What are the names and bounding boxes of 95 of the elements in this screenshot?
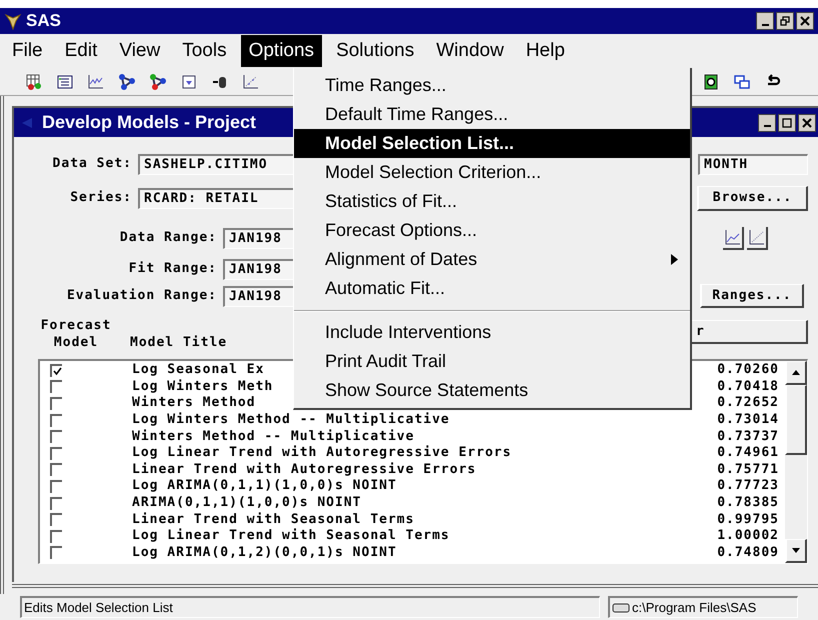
windows-icon[interactable]: [733, 72, 751, 90]
model-value: 1.00002: [717, 528, 779, 544]
model-value: 0.74809: [717, 544, 779, 561]
model-title: Winters Method: [132, 395, 256, 412]
panel-icon[interactable]: [180, 72, 198, 90]
model-value: 0.70418: [717, 378, 779, 395]
model-title: ARIMA(0,1,1)(1,0,0)s NOINT: [132, 495, 362, 512]
scrollbar[interactable]: [785, 361, 807, 563]
grid-icon[interactable]: [25, 72, 43, 90]
model-title: Linear Trend with Autoregressive Errors: [132, 462, 476, 478]
menu-item[interactable]: Options: [240, 35, 322, 67]
minimize-button[interactable]: [758, 114, 776, 132]
field-label: Fit Range:: [128, 260, 218, 278]
ranges-button[interactable]: Ranges...: [700, 284, 804, 308]
checkbox[interactable]: [50, 414, 62, 427]
menu-option[interactable]: Alignment of Dates: [294, 245, 690, 274]
menu-option[interactable]: Include Interventions: [294, 318, 690, 347]
line-chart-icon[interactable]: [87, 72, 105, 90]
model-title: Log ARIMA(0,1,2)(0,0,1)s NOINT: [132, 544, 397, 561]
menu-item[interactable]: Help: [518, 35, 573, 67]
scroll-down-icon[interactable]: [792, 548, 800, 553]
checkbox[interactable]: [50, 546, 62, 560]
column-header: Forecast Model: [40, 317, 112, 351]
interval-field[interactable]: MONTH: [698, 154, 808, 174]
checkbox[interactable]: [50, 480, 62, 493]
window-title: SAS: [26, 10, 61, 32]
model-value: 0.99795: [717, 512, 779, 528]
menu-item[interactable]: View: [111, 35, 168, 67]
minimize-icon: [764, 125, 770, 127]
minimize-icon: [762, 24, 768, 26]
browse-button[interactable]: Browse...: [697, 186, 808, 210]
menu-item[interactable]: Solutions: [328, 35, 422, 67]
model-title: Winters Method -- Multiplicative: [132, 428, 414, 445]
close-icon: [802, 118, 812, 128]
menu-item[interactable]: Window: [428, 35, 512, 67]
status-path: c:\Program Files\SAS: [632, 598, 756, 617]
model-value: 0.72652: [717, 395, 779, 412]
nodes-icon[interactable]: [149, 72, 167, 90]
minimize-button[interactable]: [756, 12, 774, 30]
menu-option[interactable]: Show Source Statements: [294, 376, 690, 405]
field-label: Series:: [69, 189, 133, 208]
field-label: Evaluation Range:: [66, 287, 218, 306]
menu-item[interactable]: Tools: [174, 35, 235, 67]
column-header: Model Title: [130, 334, 228, 351]
menu-item[interactable]: Edit: [56, 35, 106, 67]
window-icon: [20, 116, 34, 130]
model-value: 0.74961: [717, 445, 779, 462]
field-label: Data Range:: [118, 229, 218, 248]
checkbox[interactable]: [50, 463, 62, 476]
checkbox[interactable]: [50, 364, 62, 377]
menu-option[interactable]: Time Ranges...: [294, 71, 690, 100]
checkbox[interactable]: [50, 380, 62, 394]
app-logo-icon: [4, 12, 22, 30]
model-title: Log Seasonal Ex: [132, 362, 264, 378]
model-value: 0.75771: [717, 462, 779, 478]
menu-option[interactable]: Default Time Ranges...: [294, 100, 690, 129]
checkbox[interactable]: [50, 446, 62, 460]
restore-button[interactable]: [776, 12, 794, 30]
model-value: 0.70260: [717, 362, 779, 378]
model-value: 0.73737: [717, 428, 779, 445]
submenu-arrow-icon: [671, 254, 678, 265]
model-title: Linear Trend with Seasonal Terms: [132, 512, 414, 528]
close-icon: [800, 16, 810, 26]
scatter-plot-icon[interactable]: [242, 72, 260, 90]
menu-option[interactable]: Forecast Options...: [294, 216, 690, 245]
checkbox[interactable]: [50, 530, 62, 543]
restore-icon: [780, 16, 790, 26]
checkbox[interactable]: [50, 496, 62, 510]
model-title: Log ARIMA(0,1,1)(1,0,0)s NOINT: [132, 478, 397, 494]
close-button[interactable]: [798, 114, 816, 132]
model-value: 0.78385: [717, 495, 779, 512]
model-title: Log Linear Trend with Autoregressive Errors: [132, 445, 512, 462]
list-icon[interactable]: [56, 72, 74, 90]
close-button[interactable]: [796, 12, 814, 30]
menu-option[interactable]: Model Selection List...: [294, 129, 690, 158]
menu-option[interactable]: Automatic Fit...: [294, 274, 690, 303]
menu-option[interactable]: Print Audit Trail: [294, 347, 690, 376]
drive-icon: [612, 602, 630, 614]
maximize-icon: [782, 118, 792, 128]
model-value: 0.73014: [717, 412, 779, 428]
checkbox[interactable]: [50, 513, 62, 526]
checkbox[interactable]: [50, 396, 62, 410]
scroll-up-icon[interactable]: [792, 370, 800, 375]
menu-item[interactable]: File: [4, 35, 51, 67]
window-title: Develop Models - Project: [42, 111, 256, 134]
model-title: Log Linear Trend with Seasonal Terms: [132, 528, 450, 544]
status-message: Edits Model Selection List: [20, 596, 600, 618]
scatter-chart-button[interactable]: [746, 226, 768, 250]
model-title: Log Winters Method -- Multiplicative: [132, 412, 450, 428]
checkbox[interactable]: [50, 430, 62, 444]
model-value: 0.77723: [717, 478, 779, 494]
model-title: Log Winters Meth: [132, 378, 274, 395]
nodes-icon[interactable]: [118, 72, 136, 90]
maximize-button[interactable]: [778, 114, 796, 132]
field-label: Data Set:: [52, 155, 133, 174]
